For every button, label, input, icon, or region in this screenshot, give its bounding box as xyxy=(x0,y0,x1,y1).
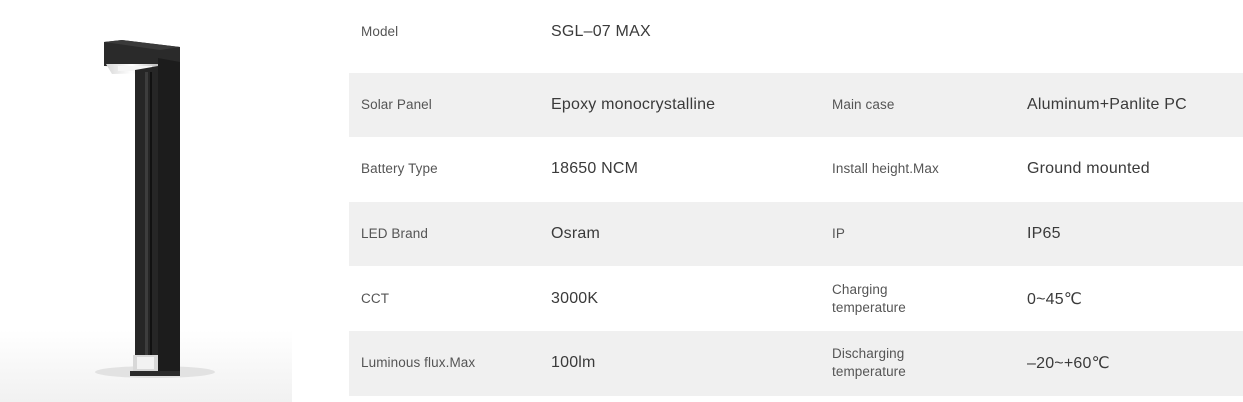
spec-value: IP65 xyxy=(1027,225,1061,243)
spec-label: Discharging temperature xyxy=(832,346,906,380)
spec-value: Ground mounted xyxy=(1027,160,1150,178)
spec-label: CCT xyxy=(361,290,390,306)
spec-value: SGL–07 MAX xyxy=(551,23,651,41)
spec-value: –20~+60℃ xyxy=(1027,355,1110,373)
spec-row-model: Model SGL–07 MAX xyxy=(349,8,1243,73)
spec-label: Luminous flux.Max xyxy=(361,355,476,371)
spec-label: Battery Type xyxy=(361,161,438,177)
product-image xyxy=(0,0,300,402)
spec-row: LED Brand Osram IP IP65 xyxy=(349,201,1243,267)
spec-value: Aluminum+Panlite PC xyxy=(1027,95,1187,113)
spec-label: Solar Panel xyxy=(361,96,432,112)
spec-value: Osram xyxy=(551,225,600,243)
spec-label: Install height.Max xyxy=(832,161,939,177)
spec-label: LED Brand xyxy=(361,226,428,242)
spec-value: 100lm xyxy=(551,354,596,372)
spec-label: Model xyxy=(361,24,399,40)
spec-row: Solar Panel Epoxy monocrystalline Main c… xyxy=(349,72,1243,138)
spec-row: CCT 3000K Charging temperature 0~45℃ xyxy=(349,266,1243,331)
bollard-light-image xyxy=(0,40,292,402)
spec-row: Luminous flux.Max 100lm Discharging temp… xyxy=(349,330,1243,396)
spec-label: Charging temperature xyxy=(832,281,906,315)
spec-value: 3000K xyxy=(551,289,599,307)
spec-value: 18650 NCM xyxy=(551,160,639,178)
spec-value: 0~45℃ xyxy=(1027,290,1083,308)
spec-label: IP xyxy=(832,226,845,242)
spec-table: Model SGL–07 MAX Solar Panel Epoxy monoc… xyxy=(349,8,1243,402)
spec-row: Battery Type 18650 NCM Install height.Ma… xyxy=(349,137,1243,202)
spec-label: Main case xyxy=(832,96,895,112)
spec-value: Epoxy monocrystalline xyxy=(551,95,716,113)
